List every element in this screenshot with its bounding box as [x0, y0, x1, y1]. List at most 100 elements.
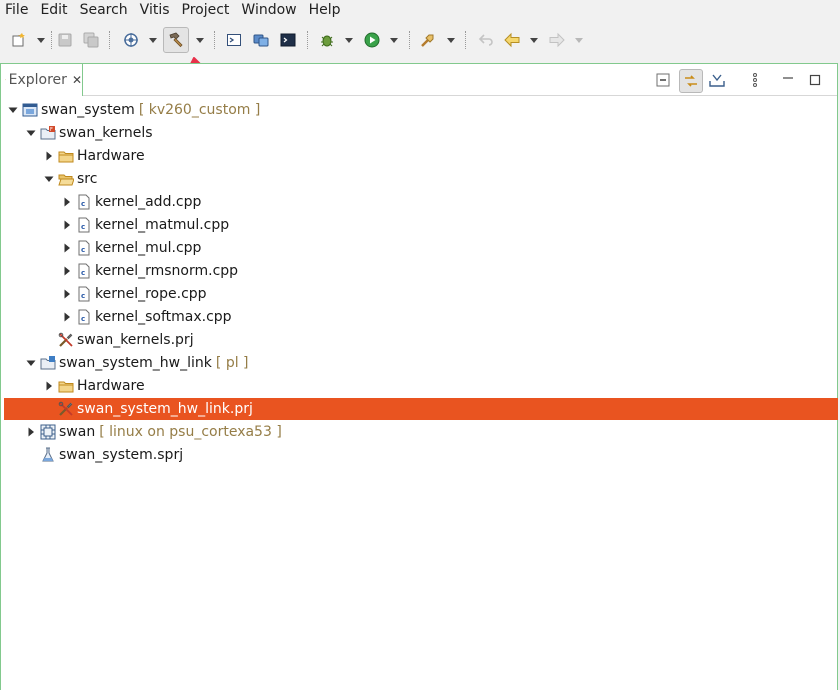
explorer-icon: [5, 79, 6, 81]
tree-item-decoration: [ linux on psu_cortexa53 ]: [99, 424, 282, 440]
menu-edit[interactable]: Edit: [34, 0, 73, 21]
prj-settings-icon: [58, 401, 74, 417]
chevron-right-icon[interactable]: [61, 242, 73, 254]
external-tools-dropdown-icon[interactable]: [446, 35, 456, 45]
app-project-icon: [40, 424, 56, 440]
cpp-file-icon: c: [76, 263, 92, 279]
back-dropdown-icon[interactable]: [529, 35, 539, 45]
view-menu-button[interactable]: [745, 70, 765, 90]
chevron-right-icon[interactable]: [61, 196, 73, 208]
external-tools-button[interactable]: [417, 29, 439, 51]
chevron-right-icon[interactable]: [61, 219, 73, 231]
tree-item-label: swan_system.sprj: [59, 447, 184, 463]
tree-row[interactable]: c kernel_rmsnorm.cpp: [4, 260, 838, 282]
folder-open-icon: [58, 171, 74, 187]
tree-row[interactable]: Fswan_kernels: [4, 122, 838, 144]
build-button[interactable]: [163, 27, 189, 53]
collapse-all-button[interactable]: [653, 70, 673, 90]
collapse-all-icon: [656, 73, 670, 87]
debug-button[interactable]: [316, 29, 338, 51]
new-icon: [12, 33, 25, 47]
chevron-down-icon[interactable]: [7, 104, 19, 116]
svg-text:c: c: [81, 292, 85, 300]
tree-row[interactable]: Hardware: [4, 375, 838, 397]
run-dropdown-icon[interactable]: [389, 35, 399, 45]
menu-search[interactable]: Search: [74, 0, 134, 21]
remote-connect-button[interactable]: [250, 29, 272, 51]
forward-button[interactable]: [546, 29, 568, 51]
tree-row[interactable]: swan_kernels.prj: [4, 329, 838, 351]
link-with-editor-button[interactable]: [679, 69, 703, 93]
cpp-file-icon: c: [76, 309, 92, 325]
tree-row[interactable]: swan_system_hw_link[ pl ]: [4, 352, 838, 374]
chevron-right-icon[interactable]: [61, 265, 73, 277]
cpp-file-icon: c: [76, 240, 92, 256]
tree-item-label: kernel_rmsnorm.cpp: [95, 263, 239, 279]
prj-settings-icon: [58, 332, 74, 348]
terminal-button[interactable]: [223, 29, 245, 51]
chevron-down-icon[interactable]: [43, 173, 55, 185]
menu-project[interactable]: Project: [176, 0, 236, 21]
back-button[interactable]: [501, 29, 523, 51]
run-button[interactable]: [361, 29, 383, 51]
tabbar-divider: [83, 95, 837, 96]
hw-kernel-project-icon: F: [40, 125, 56, 141]
target-dropdown-icon[interactable]: [148, 35, 158, 45]
filter-button[interactable]: [707, 70, 727, 90]
minimize-button[interactable]: [778, 70, 798, 90]
hw-link-project-icon: [40, 355, 56, 371]
new-button[interactable]: [8, 29, 30, 51]
tab-explorer[interactable]: Explorer ✕: [1, 64, 83, 96]
tree-item-label: swan_system_hw_link.prj: [77, 401, 253, 417]
tree-row[interactable]: c kernel_mul.cpp: [4, 237, 838, 259]
tree-row[interactable]: c kernel_matmul.cpp: [4, 214, 838, 236]
cpp-file-icon: c: [76, 286, 92, 302]
target-icon: [124, 33, 138, 47]
console-icon: [280, 33, 296, 47]
chevron-right-icon[interactable]: [43, 150, 55, 162]
tree-row[interactable]: c kernel_add.cpp: [4, 191, 838, 213]
cpp-file-icon: c: [76, 217, 92, 233]
chevron-down-icon[interactable]: [25, 127, 37, 139]
tree-row[interactable]: c kernel_rope.cpp: [4, 283, 838, 305]
console-button[interactable]: [277, 29, 299, 51]
menu-vitis[interactable]: Vitis: [134, 0, 176, 21]
close-icon[interactable]: ✕: [72, 74, 82, 86]
menu-window[interactable]: Window: [235, 0, 302, 21]
forward-arrow-icon: [549, 32, 565, 48]
tree-row[interactable]: swan_system[ kv260_custom ]: [4, 99, 838, 121]
menu-file[interactable]: File: [0, 0, 34, 21]
chevron-right-icon[interactable]: [61, 311, 73, 323]
tree-row[interactable]: swan[ linux on psu_cortexa53 ]: [4, 421, 838, 443]
tree-row[interactable]: Hardware: [4, 145, 838, 167]
tree-item-label: kernel_matmul.cpp: [95, 217, 230, 233]
svg-text:c: c: [81, 269, 85, 277]
run-icon: [364, 32, 380, 48]
chevron-right-icon[interactable]: [25, 426, 37, 438]
maximize-button[interactable]: [805, 70, 825, 90]
back-arrow-icon: [504, 32, 520, 48]
target-button[interactable]: [120, 29, 142, 51]
maximize-icon: [809, 74, 821, 86]
tree-row[interactable]: swan_system.sprj: [4, 444, 838, 466]
forward-dropdown-icon[interactable]: [574, 35, 584, 45]
save-all-button[interactable]: [80, 29, 102, 51]
tree-item-label: Hardware: [77, 148, 145, 164]
new-dropdown-icon[interactable]: [36, 35, 46, 45]
toolbar-separator: [51, 31, 52, 49]
sprj-flask-icon: [40, 447, 56, 463]
chevron-right-icon[interactable]: [61, 288, 73, 300]
menu-help[interactable]: Help: [303, 0, 347, 21]
chevron-down-icon[interactable]: [25, 357, 37, 369]
debug-dropdown-icon[interactable]: [344, 35, 354, 45]
last-edit-button[interactable]: [475, 29, 497, 51]
tree-row[interactable]: c kernel_softmax.cpp: [4, 306, 838, 328]
chevron-right-icon[interactable]: [43, 380, 55, 392]
build-dropdown-icon[interactable]: [195, 35, 205, 45]
save-button[interactable]: [54, 29, 76, 51]
tree-row[interactable]: src: [4, 168, 838, 190]
svg-text:c: c: [81, 246, 85, 254]
tree-row[interactable]: swan_system_hw_link.prj: [4, 398, 838, 420]
tree-item-decoration: [ kv260_custom ]: [138, 102, 261, 118]
